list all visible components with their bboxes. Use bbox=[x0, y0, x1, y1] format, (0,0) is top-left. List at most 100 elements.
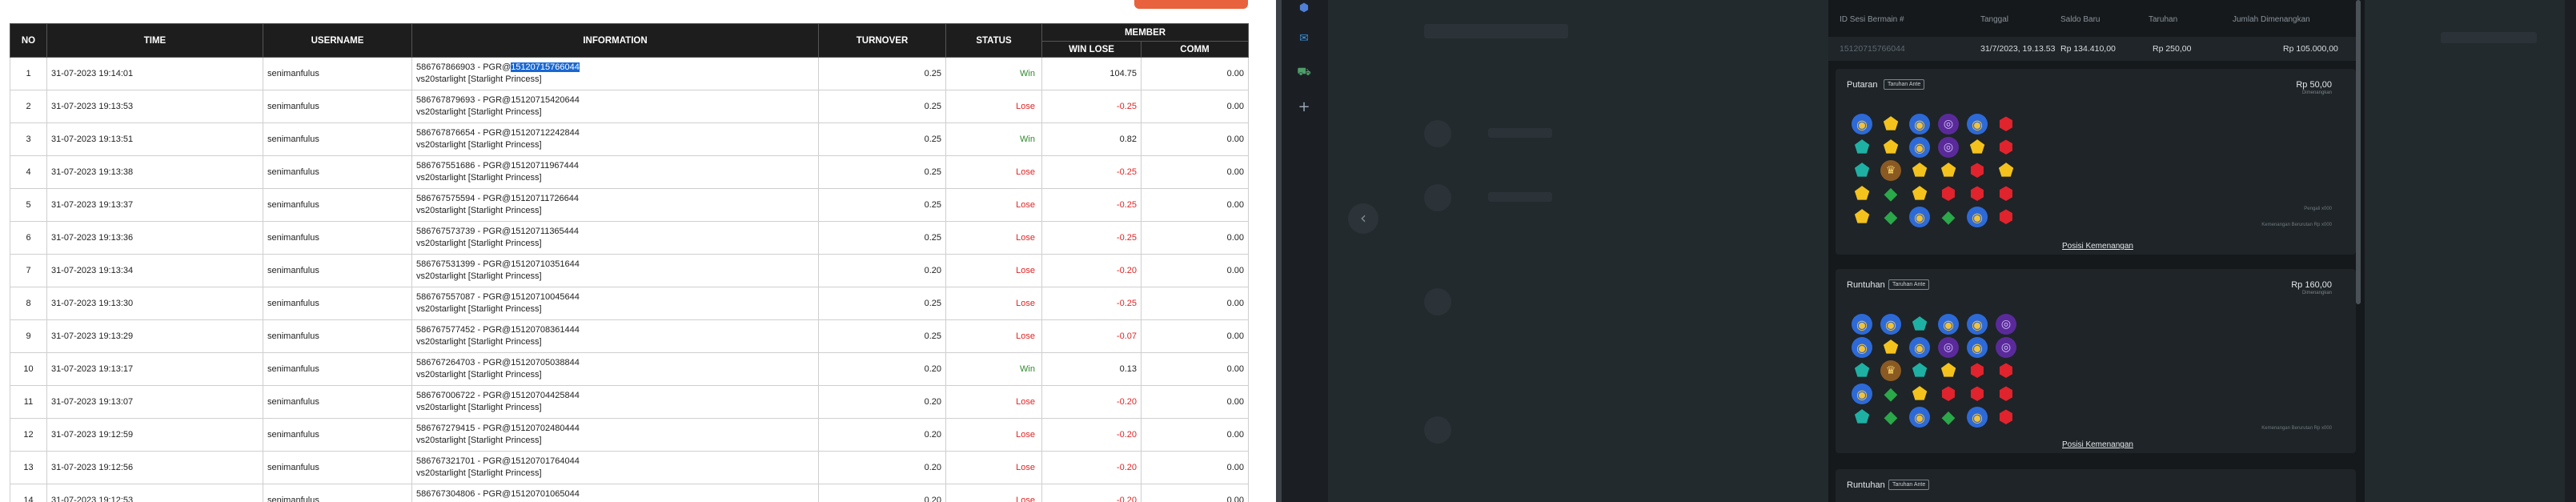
row-status: Lose bbox=[945, 188, 1042, 222]
row-username: senimanfulus bbox=[263, 385, 412, 419]
row-username: senimanfulus bbox=[263, 451, 412, 484]
winning-positions-link[interactable]: Posisi Kemenangan bbox=[2062, 242, 2133, 251]
red-gem-icon: ⬢ bbox=[1998, 207, 2014, 227]
row-information: 586767321701 - PGR@15120701764044 vs20sta… bbox=[411, 451, 819, 484]
yellow-gem-icon: ⬟ bbox=[1940, 160, 1956, 181]
table-row[interactable]: 3 31-07-2023 19:13:51 senimanfulus 58676787… bbox=[10, 122, 1249, 156]
row-no: 12 bbox=[10, 418, 47, 452]
row-turnover: 0.20 bbox=[818, 352, 946, 386]
teal-gem-icon: ⬟ bbox=[1912, 314, 1928, 335]
row-info-game: vs20starlight [Starlight Princess] bbox=[416, 140, 542, 150]
green-gem-icon: ◆ bbox=[1941, 207, 1956, 227]
green-gem-icon: ◆ bbox=[1884, 407, 1898, 428]
row-information: 586767531399 - PGR@15120710351644 vs20sta… bbox=[411, 254, 819, 287]
row-status: Lose bbox=[945, 451, 1042, 484]
export-button[interactable] bbox=[1134, 0, 1248, 9]
row-information: 586767279415 - PGR@15120702480444 vs20sta… bbox=[411, 418, 819, 452]
split-divider[interactable] bbox=[1276, 0, 1282, 502]
row-time: 31-07-2023 19:12:56 bbox=[46, 451, 263, 484]
blue-orb-icon: ◉ bbox=[1880, 314, 1901, 335]
row-comm: 0.00 bbox=[1141, 385, 1249, 419]
row-username: senimanfulus bbox=[263, 221, 412, 255]
teal-gem-icon: ⬟ bbox=[1854, 137, 1870, 158]
prev-arrow-icon[interactable]: ‹ bbox=[1348, 203, 1378, 234]
row-comm: 0.00 bbox=[1141, 287, 1249, 320]
table-row[interactable]: 7 31-07-2023 19:13:34 senimanfulus 58676753… bbox=[10, 254, 1249, 287]
table-row[interactable]: 12 31-07-2023 19:12:59 senimanfulus 5867672… bbox=[10, 418, 1249, 452]
card-amount-sub: Dimenangkan bbox=[2301, 90, 2332, 95]
row-no: 11 bbox=[10, 385, 47, 419]
table-row[interactable]: 10 31-07-2023 19:13:17 senimanfulus 5867672… bbox=[10, 352, 1249, 386]
session-balance: Rp 134.410,00 bbox=[2060, 44, 2116, 54]
red-gem-icon: ⬢ bbox=[1969, 384, 1985, 404]
row-comm: 0.00 bbox=[1141, 352, 1249, 386]
blue-orb-icon: ◉ bbox=[1909, 337, 1930, 358]
table-row[interactable]: 13 31-07-2023 19:12:56 senimanfulus 5867673… bbox=[10, 451, 1249, 484]
row-info-game: vs20starlight [Starlight Princess] bbox=[416, 107, 542, 117]
table-row[interactable]: 8 31-07-2023 19:13:30 senimanfulus 58676755… bbox=[10, 287, 1249, 320]
row-win-lose: -0.20 bbox=[1041, 484, 1142, 502]
table-row[interactable]: 2 31-07-2023 19:13:53 senimanfulus 58676787… bbox=[10, 90, 1249, 123]
session-won: Rp 105.000,00 bbox=[2283, 44, 2338, 54]
row-turnover: 0.25 bbox=[818, 287, 946, 320]
yellow-gem-icon: ⬟ bbox=[1854, 183, 1870, 204]
report-pane: NO TIME USERNAME INFORMATION TURNOVER ST… bbox=[0, 0, 1276, 502]
row-username: senimanfulus bbox=[263, 122, 412, 156]
row-time: 31-07-2023 19:12:53 bbox=[46, 484, 263, 502]
row-status: Lose bbox=[945, 155, 1042, 189]
blue-orb-icon: ◉ bbox=[1909, 407, 1930, 428]
row-time: 31-07-2023 19:13:51 bbox=[46, 122, 263, 156]
cart-icon[interactable]: ⛟ bbox=[1296, 64, 1312, 80]
header-comm: COMM bbox=[1141, 41, 1249, 58]
row-comm: 0.00 bbox=[1141, 90, 1249, 123]
winning-positions-link[interactable]: Posisi Kemenangan bbox=[2062, 440, 2133, 449]
yellow-gem-icon: ⬟ bbox=[1940, 360, 1956, 381]
table-row[interactable]: 4 31-07-2023 19:13:38 senimanfulus 58676755… bbox=[10, 155, 1249, 189]
teal-gem-icon: ⬟ bbox=[1854, 360, 1870, 381]
outlook-icon[interactable]: ✉ bbox=[1296, 30, 1312, 46]
add-icon[interactable]: + bbox=[1296, 99, 1312, 115]
page-scrollbar[interactable] bbox=[2565, 0, 2576, 502]
row-information: 586767304806 - PGR@15120701065044vs20sta… bbox=[411, 484, 819, 502]
table-row[interactable]: 9 31-07-2023 19:13:29 senimanfulus 58676757… bbox=[10, 319, 1249, 353]
table-row[interactable]: 6 31-07-2023 19:13:36 senimanfulus 58676757… bbox=[10, 221, 1249, 255]
panel-scrollbar[interactable] bbox=[2356, 0, 2361, 304]
blue-orb-icon: ◉ bbox=[1852, 337, 1872, 358]
row-no: 5 bbox=[10, 188, 47, 222]
table-row[interactable]: 11 31-07-2023 19:13:07 senimanfulus 5867670… bbox=[10, 385, 1249, 419]
extension-icon[interactable]: ⬢ bbox=[1296, 0, 1312, 16]
table-row[interactable]: 5 31-07-2023 19:13:37 senimanfulus 58676757… bbox=[10, 188, 1249, 222]
row-info-ref: 586767573739 - PGR@15120711365444 bbox=[416, 227, 580, 236]
row-time: 31-07-2023 19:13:30 bbox=[46, 287, 263, 320]
header-member: MEMBER bbox=[1041, 23, 1249, 42]
row-comm: 0.00 bbox=[1141, 188, 1249, 222]
row-information: 586767577452 - PGR@15120708361444 vs20sta… bbox=[411, 319, 819, 353]
blue-orb-icon: ◉ bbox=[1967, 207, 1988, 227]
row-username: senimanfulus bbox=[263, 90, 412, 123]
row-no: 1 bbox=[10, 57, 47, 90]
table-row[interactable]: 14 31-07-2023 19:12:53 senimanfulus 5867673… bbox=[10, 484, 1249, 502]
row-information: 586767575594 - PGR@15120711726644 vs20sta… bbox=[411, 188, 819, 222]
crown-icon: ♛ bbox=[1880, 160, 1901, 181]
row-info-game: vs20starlight [Starlight Princess] bbox=[416, 370, 542, 380]
row-win-lose: -0.20 bbox=[1041, 418, 1142, 452]
purple-ring-icon: ◎ bbox=[1996, 314, 2016, 335]
row-comm: 0.00 bbox=[1141, 451, 1249, 484]
row-username: senimanfulus bbox=[263, 319, 412, 353]
green-gem-icon: ◆ bbox=[1884, 207, 1898, 227]
row-username: senimanfulus bbox=[263, 287, 412, 320]
row-time: 31-07-2023 19:13:36 bbox=[46, 221, 263, 255]
backdrop-placeholder bbox=[1424, 120, 1451, 147]
game-history-pane: ⬢ ✉ ⛟ + ‹ ID Sesi Bermain # Tanggal Sald… bbox=[1282, 0, 2576, 502]
card-badge: Taruhan Ante bbox=[1884, 79, 1925, 90]
row-status: Lose bbox=[945, 90, 1042, 123]
table-row[interactable]: 1 31-07-2023 19:14:01 senimanfulus 58676786… bbox=[10, 57, 1249, 90]
tumble-card: Runtuhan Taruhan Ante Rp 160,00 Dimenang… bbox=[1836, 269, 2356, 453]
card-badge: Taruhan Ante bbox=[1888, 279, 1930, 290]
row-no: 6 bbox=[10, 221, 47, 255]
yellow-gem-icon: ⬟ bbox=[1883, 337, 1899, 358]
red-gem-icon: ⬢ bbox=[1998, 360, 2014, 381]
row-info-game: vs20starlight [Starlight Princess] bbox=[416, 173, 542, 183]
row-status: Lose bbox=[945, 319, 1042, 353]
row-status: Win bbox=[945, 57, 1042, 90]
